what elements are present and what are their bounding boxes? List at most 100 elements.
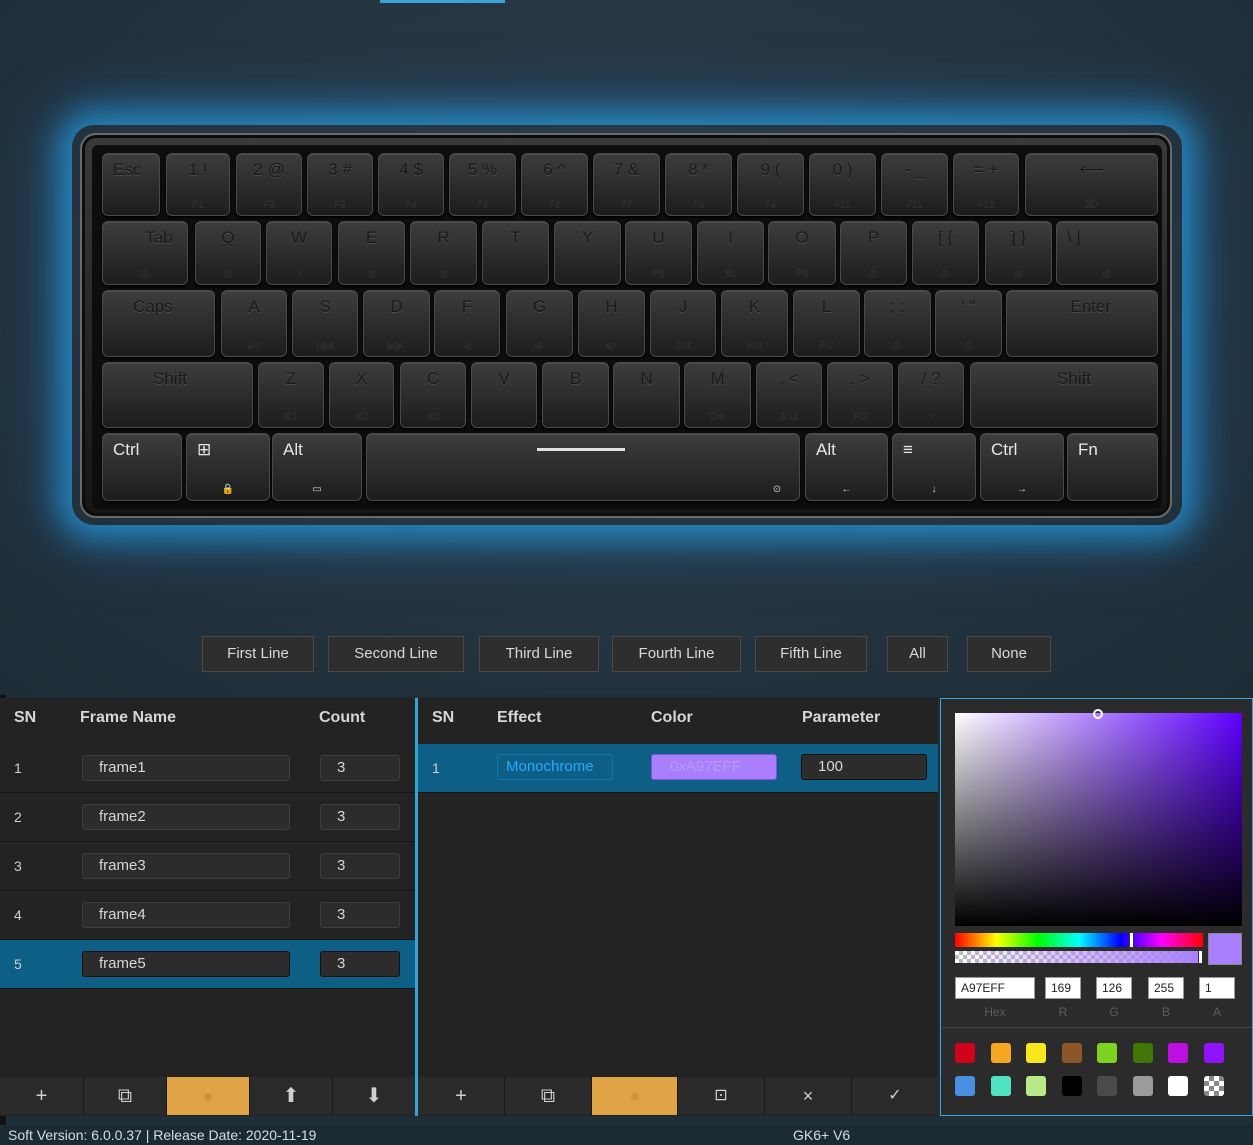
- hue-slider-handle[interactable]: [1129, 932, 1134, 948]
- frame-name-input[interactable]: frame3: [82, 853, 290, 879]
- sv-cursor[interactable]: [1093, 709, 1103, 719]
- keyboard-key[interactable]: Y: [554, 221, 621, 285]
- keyboard-key[interactable]: Z ◎1: [258, 362, 324, 428]
- green-input[interactable]: 126: [1096, 977, 1132, 999]
- keyboard-key[interactable]: U PS: [625, 221, 692, 285]
- keyboard-key[interactable]: , < End: [756, 362, 822, 428]
- color-swatch[interactable]: [990, 1076, 1011, 1096]
- color-swatch[interactable]: [1132, 1076, 1153, 1096]
- keyboard-key[interactable]: C ◎3: [400, 362, 466, 428]
- keyboard-key[interactable]: ; : ◎: [864, 290, 931, 357]
- copy-effect-button[interactable]: ⧉: [505, 1077, 592, 1115]
- fourth-line-button[interactable]: Fourth Line: [612, 636, 741, 672]
- table-row-selected[interactable]: 5 frame5 3: [0, 940, 415, 989]
- keyboard-key[interactable]: D ▶▶|: [363, 290, 430, 357]
- move-frame-up-button[interactable]: ⬆: [250, 1077, 333, 1115]
- keyboard-key[interactable]: O PB: [768, 221, 836, 285]
- keyboard-key[interactable]: 8 * F8: [665, 153, 732, 216]
- frame-count-input[interactable]: 3: [320, 853, 400, 879]
- keyboard-key[interactable]: Shift: [102, 362, 253, 428]
- color-swatch[interactable]: [1203, 1076, 1224, 1096]
- keyboard-key[interactable]: B: [542, 362, 609, 428]
- keyboard-key[interactable]: A ▶||: [221, 290, 287, 357]
- delete-frame-button[interactable]: [167, 1077, 250, 1115]
- keyboard-key[interactable]: 3 # F3: [307, 153, 373, 216]
- keyboard-key[interactable]: 1 ! F1: [166, 153, 230, 216]
- no-lines-button[interactable]: None: [967, 636, 1051, 672]
- table-row[interactable]: 2 frame2 3: [0, 793, 415, 842]
- keyboard-key[interactable]: T: [482, 221, 549, 285]
- hex-input[interactable]: A97EFF: [955, 977, 1035, 999]
- keyboard-key[interactable]: . > PD: [827, 362, 893, 428]
- keyboard-key[interactable]: ⊞ 🔒: [186, 433, 270, 501]
- delete-effect-button[interactable]: [592, 1077, 678, 1115]
- table-row[interactable]: 1 frame1 3: [0, 744, 415, 793]
- keyboard-key[interactable]: L PU: [793, 290, 860, 357]
- alpha-slider[interactable]: [955, 950, 1203, 964]
- keyboard-key[interactable]: F ◀: [434, 290, 500, 357]
- keyboard-key[interactable]: N: [613, 362, 680, 428]
- keyboard-key[interactable]: Alt ▭: [272, 433, 362, 501]
- keyboard-key[interactable]: ⟵ ⌦: [1025, 153, 1158, 216]
- frame-name-input[interactable]: frame4: [82, 902, 290, 928]
- keyboard-key[interactable]: ⊙: [366, 433, 800, 501]
- frame-name-input[interactable]: frame1: [82, 755, 290, 781]
- keyboard-key[interactable]: 7 & F7: [593, 153, 660, 216]
- keyboard-key[interactable]: 5 % F5: [449, 153, 516, 216]
- color-swatch[interactable]: [1026, 1076, 1046, 1096]
- frame-count-input[interactable]: 3: [320, 804, 400, 830]
- color-swatch[interactable]: [990, 1043, 1011, 1063]
- keyboard-key[interactable]: J INS: [650, 290, 716, 357]
- blue-input[interactable]: 255: [1148, 977, 1184, 999]
- color-swatch[interactable]: [1168, 1076, 1188, 1096]
- keyboard-key[interactable]: Enter: [1006, 290, 1158, 357]
- keyboard-key[interactable]: K HM: [721, 290, 788, 357]
- keyboard-key[interactable]: Fn: [1067, 433, 1158, 501]
- keyboard-key[interactable]: Ctrl: [102, 433, 182, 501]
- color-swatch[interactable]: [1168, 1043, 1188, 1063]
- keyboard-key[interactable]: Q ◎: [195, 221, 261, 285]
- effect-color-swatch[interactable]: 0xA97EFF: [651, 754, 777, 780]
- table-row-selected[interactable]: 1 Monochrome 0xA97EFF 100: [418, 744, 938, 793]
- add-frame-button[interactable]: +: [0, 1077, 84, 1115]
- keyboard-key[interactable]: S |◀◀: [292, 290, 358, 357]
- keyboard-key[interactable]: 9 (F9: [737, 153, 804, 216]
- color-swatch[interactable]: [1203, 1043, 1224, 1063]
- color-swatch[interactable]: [955, 1076, 975, 1096]
- keyboard-key[interactable]: Caps: [102, 290, 215, 357]
- move-frame-down-button[interactable]: ⬇: [333, 1077, 415, 1115]
- keyboard-key[interactable]: V: [471, 362, 537, 428]
- keyboard-key[interactable]: [ {◎: [912, 221, 979, 285]
- keyboard-key[interactable]: \ | ◎: [1056, 221, 1158, 285]
- keyboard-key[interactable]: H ◀+: [578, 290, 645, 357]
- keyboard-key[interactable]: 6 ^ F6: [521, 153, 588, 216]
- second-line-button[interactable]: Second Line: [328, 636, 464, 672]
- all-lines-button[interactable]: All: [887, 636, 948, 672]
- keyboard-key[interactable]: I SL: [697, 221, 764, 285]
- keyboard-key[interactable]: W ↑: [266, 221, 332, 285]
- table-row[interactable]: 4 frame4 3: [0, 891, 415, 940]
- keyboard-key[interactable]: ' " ◎: [935, 290, 1002, 357]
- color-swatch[interactable]: [1097, 1076, 1117, 1096]
- hue-slider[interactable]: [955, 932, 1203, 948]
- keyboard-key[interactable]: ] } ◎: [985, 221, 1052, 285]
- confirm-button[interactable]: ✓: [852, 1077, 938, 1115]
- frame-count-input[interactable]: 3: [320, 951, 400, 977]
- keyboard-key[interactable]: 0 ) F10: [809, 153, 876, 216]
- keyboard-key[interactable]: R ◎: [410, 221, 477, 285]
- red-input[interactable]: 169: [1045, 977, 1081, 999]
- frame-count-input[interactable]: 3: [320, 902, 400, 928]
- effect-parameter-input[interactable]: 100: [801, 754, 927, 780]
- keyboard-key[interactable]: G ◀-: [506, 290, 573, 357]
- keyboard-key[interactable]: Ctrl →: [980, 433, 1064, 501]
- color-swatch[interactable]: [1061, 1076, 1082, 1096]
- keyboard-key[interactable]: Esc: [102, 153, 160, 216]
- copy-frame-button[interactable]: ⧉: [84, 1077, 167, 1115]
- fifth-line-button[interactable]: Fifth Line: [755, 636, 867, 672]
- keyboard-key[interactable]: X ◎2: [329, 362, 394, 428]
- frame-name-input[interactable]: frame5: [82, 951, 290, 977]
- preview-effect-button[interactable]: ⊡: [678, 1077, 765, 1115]
- frame-count-input[interactable]: 3: [320, 755, 400, 781]
- keyboard-key[interactable]: = + F12: [953, 153, 1019, 216]
- keyboard-key[interactable]: P ◎: [840, 221, 907, 285]
